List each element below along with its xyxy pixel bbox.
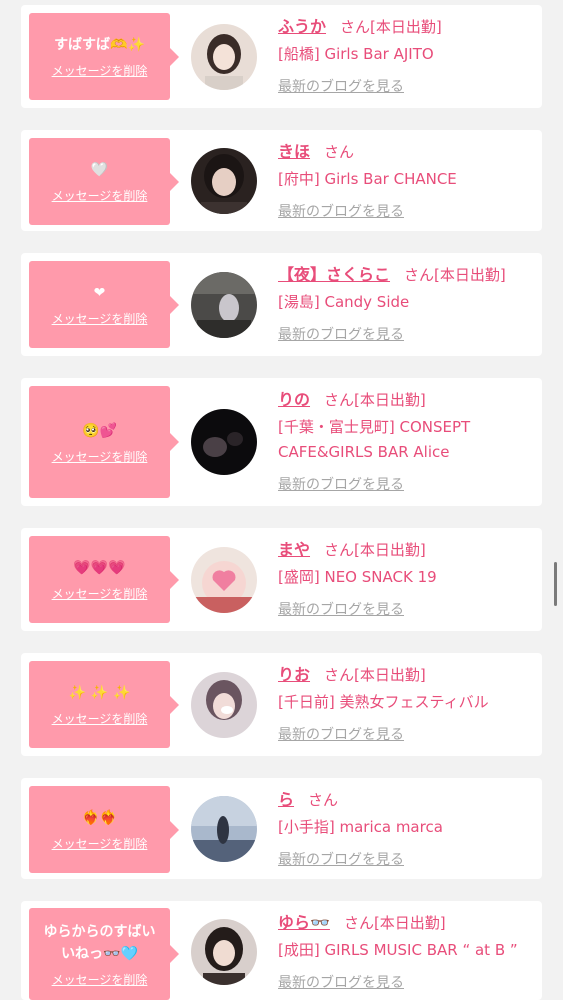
latest-blog-link[interactable]: 最新のブログを見る	[278, 599, 404, 619]
message-card: 🥺💕 メッセージを削除 りの さん [本日出勤] [千葉・富士見町] CONSE…	[21, 378, 542, 506]
status-badge: [本日出勤]	[354, 666, 426, 684]
shop-name: [千葉・富士見町] CONSEPT CAFE&GIRLS BAR Alice	[278, 418, 471, 461]
avatar-photo	[191, 148, 257, 214]
cast-name-link[interactable]: まや	[278, 536, 310, 560]
card-info: ゆら👓 さん [本日出勤] [成田] GIRLS MUSIC BAR “ at …	[278, 909, 536, 992]
message-bubble: すばすば🫶✨ メッセージを削除	[29, 13, 179, 100]
latest-blog-link[interactable]: 最新のブログを見る	[278, 849, 404, 869]
message-card: 💗💗💗 メッセージを削除 まや さん [本日出勤] [盛岡] NEO SNACK…	[21, 528, 542, 631]
avatar[interactable]	[191, 919, 257, 985]
scrollbar-thumb[interactable]	[554, 562, 557, 606]
honorific: さん	[324, 391, 355, 409]
message-text: 🤍	[90, 162, 109, 178]
honorific: さん	[308, 791, 339, 809]
message-text: ゆらからのすばい いねっ👓🩵	[43, 923, 156, 962]
delete-message-link[interactable]: メッセージを削除	[52, 62, 148, 79]
honorific: さん	[324, 143, 355, 161]
delete-message-link[interactable]: メッセージを削除	[52, 310, 148, 327]
card-info: ふうか さん [本日出勤] [船橋] Girls Bar AJITO 最新のブロ…	[278, 13, 536, 96]
card-info: ら さん [小手指] marica marca 最新のブログを見る	[278, 786, 536, 869]
shop-name: [千日前] 美熟女フェスティバル	[278, 693, 489, 711]
cast-name-link[interactable]: ら	[278, 786, 294, 810]
latest-blog-link[interactable]: 最新のブログを見る	[278, 724, 404, 744]
message-text: ❤️‍🔥❤️‍🔥	[82, 810, 117, 826]
status-badge: [本日出勤]	[370, 18, 442, 36]
cast-name-link[interactable]: りお	[278, 661, 310, 685]
cast-name-link[interactable]: ゆら👓	[278, 909, 330, 933]
shop-name: [府中] Girls Bar CHANCE	[278, 170, 457, 188]
cast-name-link[interactable]: ふうか	[278, 13, 326, 37]
delete-message-link[interactable]: メッセージを削除	[52, 971, 148, 988]
avatar-photo	[191, 409, 257, 475]
latest-blog-link[interactable]: 最新のブログを見る	[278, 76, 404, 96]
honorific: さん	[340, 18, 371, 36]
latest-blog-link[interactable]: 最新のブログを見る	[278, 474, 404, 494]
honorific: さん	[324, 666, 355, 684]
delete-message-link[interactable]: メッセージを削除	[52, 187, 148, 204]
avatar[interactable]	[191, 24, 257, 90]
avatar-photo	[191, 919, 257, 985]
avatar-photo	[191, 24, 257, 90]
avatar-photo	[191, 672, 257, 738]
avatar-photo	[191, 272, 257, 338]
delete-message-link[interactable]: メッセージを削除	[52, 835, 148, 852]
card-info: まや さん [本日出勤] [盛岡] NEO SNACK 19 最新のブログを見る	[278, 536, 536, 619]
message-bubble: ✨ ✨ ✨ メッセージを削除	[29, 661, 179, 748]
latest-blog-link[interactable]: 最新のブログを見る	[278, 972, 404, 992]
delete-message-link[interactable]: メッセージを削除	[52, 448, 148, 465]
shop-name: [盛岡] NEO SNACK 19	[278, 568, 437, 586]
card-info: りお さん [本日出勤] [千日前] 美熟女フェスティバル 最新のブログを見る	[278, 661, 536, 744]
honorific: さん	[324, 541, 355, 559]
shop-name: [成田] GIRLS MUSIC BAR “ at B ”	[278, 941, 518, 959]
latest-blog-link[interactable]: 最新のブログを見る	[278, 201, 404, 221]
delete-message-link[interactable]: メッセージを削除	[52, 585, 148, 602]
card-info: りの さん [本日出勤] [千葉・富士見町] CONSEPT CAFE&GIRL…	[278, 386, 536, 494]
message-text: すばすば🫶✨	[54, 37, 145, 53]
message-text: 🥺💕	[82, 422, 117, 439]
message-bubble: 💗💗💗 メッセージを削除	[29, 536, 179, 623]
message-list: すばすば🫶✨ メッセージを削除 ふうか さん [本日出勤] [船橋] Girls…	[0, 0, 563, 1000]
message-text: 💗💗💗	[73, 560, 126, 576]
avatar[interactable]	[191, 272, 257, 338]
latest-blog-link[interactable]: 最新のブログを見る	[278, 324, 404, 344]
shop-name: [船橋] Girls Bar AJITO	[278, 45, 434, 63]
honorific: さん	[404, 266, 435, 284]
status-badge: [本日出勤]	[354, 541, 426, 559]
avatar[interactable]	[191, 547, 257, 613]
message-bubble: 🥺💕 メッセージを削除	[29, 386, 179, 498]
message-card: すばすば🫶✨ メッセージを削除 ふうか さん [本日出勤] [船橋] Girls…	[21, 5, 542, 108]
message-bubble: ❤ メッセージを削除	[29, 261, 179, 348]
card-info: きほ さん [府中] Girls Bar CHANCE 最新のブログを見る	[278, 138, 536, 221]
honorific: さん	[343, 914, 374, 932]
avatar[interactable]	[191, 409, 257, 475]
message-card: ゆらからのすばい いねっ👓🩵 メッセージを削除 ゆら👓 さん [本日出勤] [成…	[21, 901, 542, 1000]
avatar[interactable]	[191, 148, 257, 214]
status-badge: [本日出勤]	[434, 266, 506, 284]
avatar-photo	[191, 547, 257, 613]
shop-name: [小手指] marica marca	[278, 818, 443, 836]
delete-message-link[interactable]: メッセージを削除	[52, 710, 148, 727]
card-info: 【夜】さくらこ さん [本日出勤] [湯島] Candy Side 最新のブログ…	[278, 261, 536, 344]
message-card: 🤍 メッセージを削除 きほ さん [府中] Girls Bar CHANCE 最…	[21, 130, 542, 231]
message-bubble: 🤍 メッセージを削除	[29, 138, 179, 225]
shop-name: [湯島] Candy Side	[278, 293, 410, 311]
cast-name-link[interactable]: 【夜】さくらこ	[278, 261, 390, 285]
message-text: ✨ ✨ ✨	[68, 685, 131, 701]
message-card: ❤️‍🔥❤️‍🔥 メッセージを削除 ら さん [小手指] marica marc…	[21, 778, 542, 879]
cast-name-link[interactable]: きほ	[278, 138, 310, 162]
status-badge: [本日出勤]	[373, 914, 446, 932]
avatar[interactable]	[191, 672, 257, 738]
message-bubble: ❤️‍🔥❤️‍🔥 メッセージを削除	[29, 786, 179, 873]
avatar-photo	[191, 796, 257, 862]
cast-name-link[interactable]: りの	[278, 386, 310, 410]
message-card: ❤ メッセージを削除 【夜】さくらこ さん [本日出勤] [湯島] Candy …	[21, 253, 542, 356]
avatar[interactable]	[191, 796, 257, 862]
message-card: ✨ ✨ ✨ メッセージを削除 りお さん [本日出勤] [千日前] 美熟女フェス…	[21, 653, 542, 756]
status-badge: [本日出勤]	[354, 391, 426, 409]
message-bubble: ゆらからのすばい いねっ👓🩵 メッセージを削除	[29, 908, 179, 1000]
message-text: ❤	[93, 285, 106, 301]
